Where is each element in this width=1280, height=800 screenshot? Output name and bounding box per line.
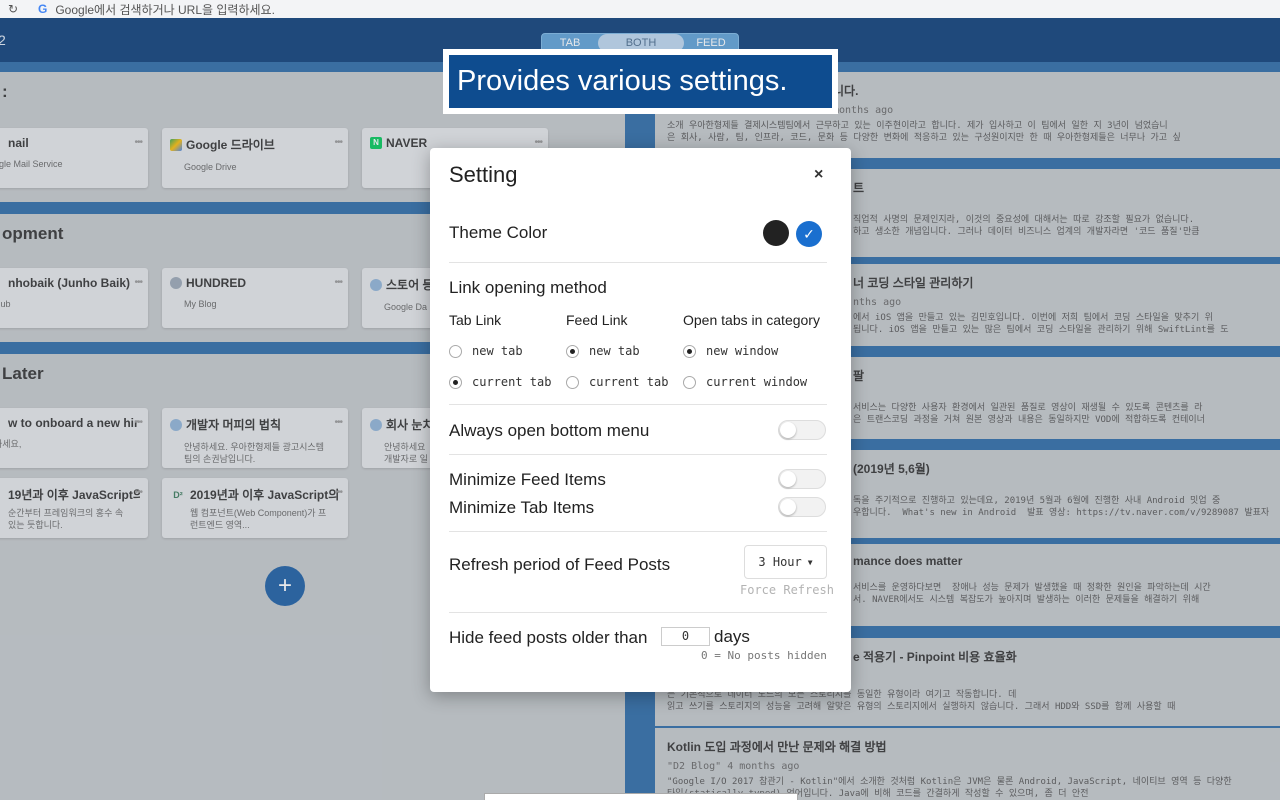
settings-dialog: Setting × Theme Color ✓ Link opening met… xyxy=(430,148,851,692)
divider xyxy=(449,262,827,263)
reload-icon[interactable]: ↻ xyxy=(4,2,22,16)
chevron-down-icon: ▼ xyxy=(807,557,813,567)
tab-link-heading: Tab Link xyxy=(449,312,502,328)
divider xyxy=(449,531,827,532)
open-tabs-heading: Open tabs in category xyxy=(683,312,820,328)
days-label: days xyxy=(714,627,750,646)
browser-toolbar: ↻ G Google에서 검색하거나 URL을 입력하세요. ★ T N xyxy=(0,0,1280,800)
close-icon[interactable]: × xyxy=(814,166,823,184)
refresh-period-label: Refresh period of Feed Posts xyxy=(449,555,671,574)
minimize-tab-toggle[interactable] xyxy=(778,497,826,517)
always-bottom-menu-label: Always open bottom menu xyxy=(449,421,650,440)
hide-days-hint: 0 = No posts hidden xyxy=(701,649,827,662)
feed-link-new-tab-radio[interactable]: new tab xyxy=(566,344,640,358)
theme-blue-swatch[interactable]: ✓ xyxy=(796,221,822,247)
tooltip-text: Provides various settings. xyxy=(449,55,832,108)
theme-color-label: Theme Color xyxy=(449,223,548,242)
hide-days-input[interactable]: 0 xyxy=(661,627,710,646)
divider xyxy=(449,404,827,405)
minimize-feed-label: Minimize Feed Items xyxy=(449,470,606,489)
tab-link-current-tab-radio[interactable]: current tab xyxy=(449,375,551,389)
open-tabs-new-window-radio[interactable]: new window xyxy=(683,344,778,358)
link-method-label: Link opening method xyxy=(449,278,607,297)
divider xyxy=(449,454,827,455)
refresh-period-value: 3 Hour xyxy=(758,555,802,569)
feed-link-heading: Feed Link xyxy=(566,312,628,328)
force-refresh-button[interactable]: Force Refresh xyxy=(740,583,834,597)
refresh-period-select[interactable]: 3 Hour ▼ xyxy=(744,545,827,579)
open-tabs-current-window-radio[interactable]: current window xyxy=(683,375,807,389)
divider xyxy=(449,612,827,613)
address-bar[interactable]: Google에서 검색하거나 URL을 입력하세요. xyxy=(55,1,275,18)
google-icon: G xyxy=(38,2,48,16)
feed-link-current-tab-radio[interactable]: current tab xyxy=(566,375,668,389)
minimize-feed-toggle[interactable] xyxy=(778,469,826,489)
bottom-menu-edge[interactable] xyxy=(484,793,798,800)
theme-dark-swatch[interactable] xyxy=(763,220,789,246)
settings-title: Setting xyxy=(449,162,518,187)
hide-posts-label: Hide feed posts older than xyxy=(449,628,648,647)
always-bottom-menu-toggle[interactable] xyxy=(778,420,826,440)
settings-tooltip: Provides various settings. xyxy=(443,49,838,114)
tab-link-new-tab-radio[interactable]: new tab xyxy=(449,344,523,358)
minimize-tab-label: Minimize Tab Items xyxy=(449,498,595,517)
